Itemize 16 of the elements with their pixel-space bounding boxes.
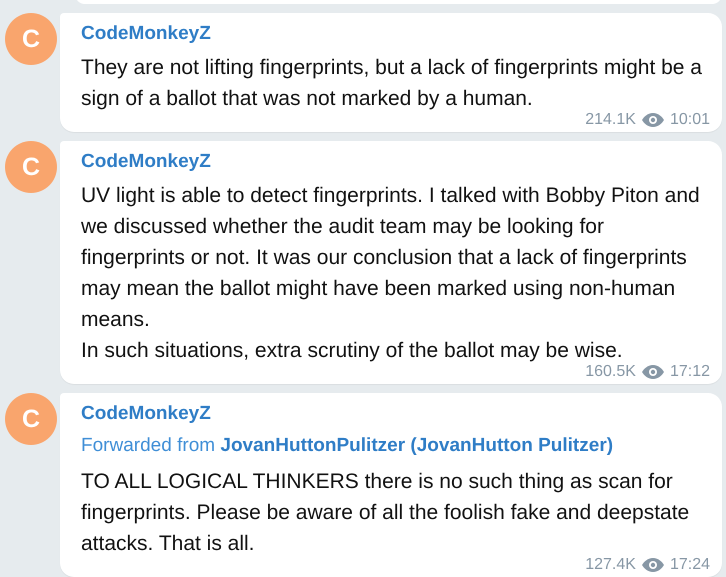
forwarded-from-text[interactable]: Forwarded from JovanHuttonPulitzer (JovanHutton Pulitzer): [81, 434, 710, 458]
views-eye-icon: [642, 364, 664, 378]
views-eye-icon: [642, 558, 664, 572]
author-name[interactable]: CodeMonkeyZ: [81, 150, 211, 174]
view-count: 214.1K: [585, 111, 636, 128]
message-time: 17:12: [670, 363, 710, 380]
message-text: UV light is able to detect fingerprints. I talked with Bobby Piton and we discussed whether the audit team may be looking for fingerprints or not. It was our conclusion that a lack of fingerprints may mean the ballot might have been marked using non-human means. In such situations, extra scrutiny of the ballot may be wise.: [81, 184, 700, 362]
message-time: 17:24: [670, 556, 710, 573]
view-count: 127.4K: [585, 556, 636, 573]
author-name[interactable]: CodeMonkeyZ: [81, 402, 211, 426]
message-time: 10:01: [670, 111, 710, 128]
view-count: 160.5K: [585, 363, 636, 380]
message-text: They are not lifting fingerprints, but a lack of fingerprints might be a sign of a ballot that was not marked by a human.: [81, 56, 702, 110]
message-text: TO ALL LOGICAL THINKERS there is no such thing as scan for fingerprints. Please be aware of all the foolish fake and deepstate attacks. That is all.: [81, 470, 690, 555]
author-name[interactable]: CodeMonkeyZ: [81, 22, 211, 46]
views-eye-icon: [642, 112, 664, 126]
